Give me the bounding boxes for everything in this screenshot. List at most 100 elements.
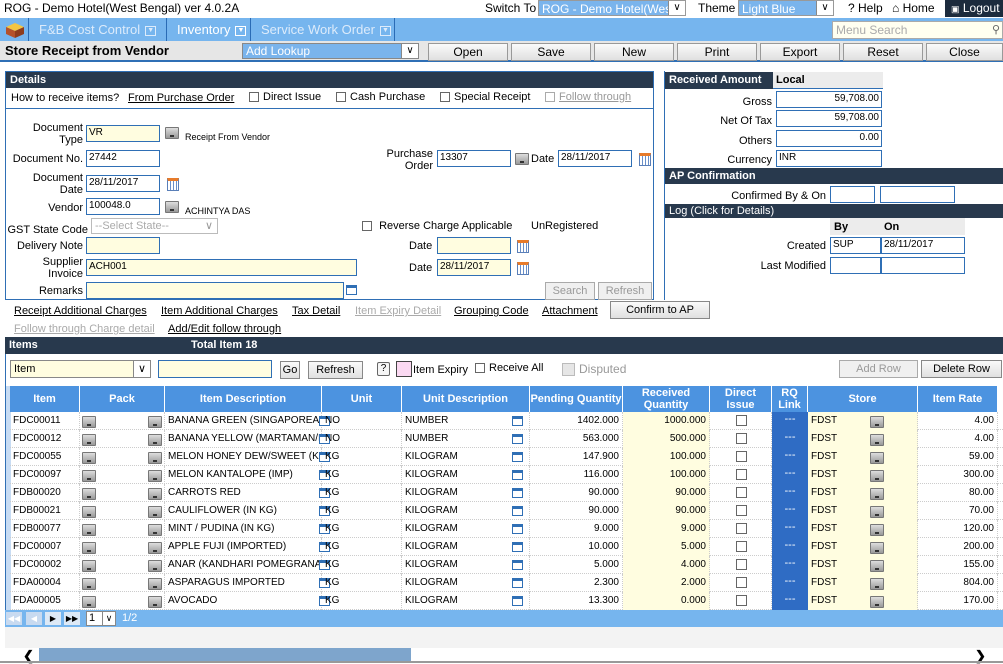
invoice-date-input[interactable]: 28/11/2017 xyxy=(437,259,511,276)
table-row[interactable]: FDC00055 MELON HONEY DEW/SWEET (KH KG KILOG… xyxy=(10,448,1003,466)
column-header[interactable]: Direct Issue xyxy=(710,386,772,412)
search-button[interactable]: Search xyxy=(545,282,595,300)
rq-link-button[interactable]: --- xyxy=(772,520,808,538)
scrollbar-thumb[interactable] xyxy=(39,648,411,662)
document-date-input[interactable]: 28/11/2017 xyxy=(86,175,160,192)
pack-lookup-folder-icon[interactable] xyxy=(148,524,162,536)
menu-search-input[interactable]: Menu Search ⚲ xyxy=(832,21,1003,39)
unit-list-icon[interactable] xyxy=(512,434,523,444)
items-refresh-button[interactable]: Refresh xyxy=(308,361,363,379)
print-button[interactable]: Print xyxy=(677,43,757,61)
lookup-folder-icon[interactable] xyxy=(165,127,179,139)
pack-lookup-folder-icon[interactable] xyxy=(148,578,162,590)
direct-issue-checkbox[interactable] xyxy=(736,505,747,516)
help-link[interactable]: ? Help xyxy=(848,1,883,15)
reset-button[interactable]: Reset xyxy=(843,43,923,61)
rq-link-button[interactable]: --- xyxy=(772,556,808,574)
store-input[interactable]: FDST xyxy=(808,484,918,502)
unit-list-icon[interactable] xyxy=(512,488,523,498)
store-input[interactable]: FDST xyxy=(808,502,918,520)
special-receipt-checkbox[interactable]: Special Receipt xyxy=(440,91,530,103)
home-link[interactable]: ⌂ Home xyxy=(892,1,935,15)
store-lookup-folder-icon[interactable] xyxy=(870,524,884,536)
direct-issue-checkbox[interactable] xyxy=(736,469,747,480)
calendar-icon[interactable] xyxy=(167,178,179,191)
pack-lookup-folder-icon[interactable] xyxy=(148,560,162,572)
item-expiry-detail-link[interactable]: Item Expiry Detail xyxy=(355,305,441,317)
table-row[interactable]: FDC00097 MELON KANTALOPE (IMP) KG KILOGRAM 1… xyxy=(10,466,1003,484)
store-input[interactable]: FDST xyxy=(808,412,918,430)
table-row[interactable]: FDB00077 MINT / PUDINA (IN KG) KG KILOGRAM 9… xyxy=(10,520,1003,538)
vendor-input[interactable]: 100048.0 xyxy=(86,198,160,215)
direct-issue-checkbox[interactable] xyxy=(736,451,747,462)
cash-purchase-checkbox[interactable]: Cash Purchase xyxy=(336,91,425,103)
po-date-input[interactable]: 28/11/2017 xyxy=(558,150,632,167)
received-quantity-input[interactable]: 100.000 xyxy=(623,448,710,466)
open-button[interactable]: Open xyxy=(428,43,508,61)
rq-link-button[interactable]: --- xyxy=(772,592,808,610)
store-lookup-folder-icon[interactable] xyxy=(870,434,884,446)
item-code[interactable]: FDA00005 xyxy=(10,592,80,610)
item-code[interactable]: FDB00021 xyxy=(10,502,80,520)
pack-lookup-folder-icon[interactable] xyxy=(148,542,162,554)
rq-link-button[interactable]: --- xyxy=(772,466,808,484)
table-row[interactable]: FDC00002 ANAR (KANDHARI POMEGRANAT KG KILOG… xyxy=(10,556,1003,574)
table-row[interactable]: FDB00021 CAULIFLOWER (IN KG) KG KILOGRAM 90.… xyxy=(10,502,1003,520)
unit-list-icon[interactable] xyxy=(512,542,523,552)
nav-service-work-order[interactable]: Service Work Order ▼ xyxy=(250,18,395,41)
page-select[interactable]: 1 ∨ xyxy=(86,611,116,626)
table-row[interactable]: FDA00004 ASPARAGUS IMPORTED KG KILOGRAM 2.30… xyxy=(10,574,1003,592)
help-icon[interactable]: ? xyxy=(377,362,390,376)
direct-issue-checkbox[interactable] xyxy=(736,433,747,444)
unit-list-icon[interactable] xyxy=(512,506,523,516)
log-header[interactable]: Log (Click for Details) xyxy=(665,204,1003,218)
rq-link-button[interactable]: --- xyxy=(772,502,808,520)
table-row[interactable]: FDC00011 BANANA GREEN (SINGAPOREAN NO NUMBE… xyxy=(10,412,1003,430)
store-lookup-folder-icon[interactable] xyxy=(870,578,884,590)
item-code[interactable]: FDC00007 xyxy=(10,538,80,556)
pack-lookup-folder-icon[interactable] xyxy=(148,416,162,428)
store-input[interactable]: FDST xyxy=(808,574,918,592)
column-header[interactable]: Pending Quantity xyxy=(530,386,623,412)
gst-state-select[interactable]: --Select State-- ∨ xyxy=(91,218,218,234)
confirmed-by-input[interactable] xyxy=(830,186,875,203)
logout-button[interactable]: ▣ Logout xyxy=(945,0,1003,17)
table-row[interactable]: FDB00020 CARROTS RED KG KILOGRAM 90.000 90.00… xyxy=(10,484,1003,502)
calendar-icon[interactable] xyxy=(517,262,529,275)
column-header[interactable]: Item Description xyxy=(165,386,322,412)
unit-list-icon[interactable] xyxy=(512,416,523,426)
document-no-input[interactable]: 27442 xyxy=(86,150,160,167)
receipt-additional-charges-link[interactable]: Receipt Additional Charges xyxy=(14,305,147,317)
column-header[interactable]: Unit Description xyxy=(402,386,530,412)
confirm-to-ap-button[interactable]: Confirm to AP xyxy=(610,301,710,319)
calendar-icon[interactable] xyxy=(517,240,529,253)
first-page-button[interactable]: ◀◀ xyxy=(6,612,22,625)
store-input[interactable]: FDST xyxy=(808,592,918,610)
grouping-code-link[interactable]: Grouping Code xyxy=(454,305,529,317)
received-quantity-input[interactable]: 90.000 xyxy=(623,502,710,520)
received-quantity-input[interactable]: 1000.000 xyxy=(623,412,710,430)
column-header[interactable]: Item xyxy=(10,386,80,412)
pack-lookup-folder-icon[interactable] xyxy=(148,506,162,518)
store-input[interactable]: FDST xyxy=(808,556,918,574)
receive-all-checkbox[interactable]: Receive All xyxy=(475,362,543,374)
pack-lookup-folder-icon[interactable] xyxy=(148,470,162,482)
store-lookup-folder-icon[interactable] xyxy=(870,416,884,428)
go-button[interactable]: Go xyxy=(280,361,300,379)
last-page-button[interactable]: ▶▶ xyxy=(64,612,80,625)
unit-list-icon[interactable] xyxy=(512,452,523,462)
unit-list-icon[interactable] xyxy=(512,560,523,570)
pack-lookup-folder-icon[interactable] xyxy=(148,452,162,464)
rq-link-button[interactable]: --- xyxy=(772,484,808,502)
delivery-note-input[interactable] xyxy=(86,237,160,254)
checkbox[interactable] xyxy=(562,363,575,377)
store-lookup-folder-icon[interactable] xyxy=(870,596,884,608)
switch-hotel-select[interactable]: ROG - Demo Hotel(West ∨ xyxy=(538,0,686,16)
store-lookup-folder-icon[interactable] xyxy=(870,452,884,464)
nav-inventory[interactable]: Inventory ▼ xyxy=(166,18,250,41)
direct-issue-checkbox[interactable] xyxy=(736,595,747,606)
item-code[interactable]: FDC00097 xyxy=(10,466,80,484)
tax-detail-link[interactable]: Tax Detail xyxy=(292,305,340,317)
direct-issue-checkbox[interactable] xyxy=(736,487,747,498)
received-quantity-input[interactable]: 9.000 xyxy=(623,520,710,538)
